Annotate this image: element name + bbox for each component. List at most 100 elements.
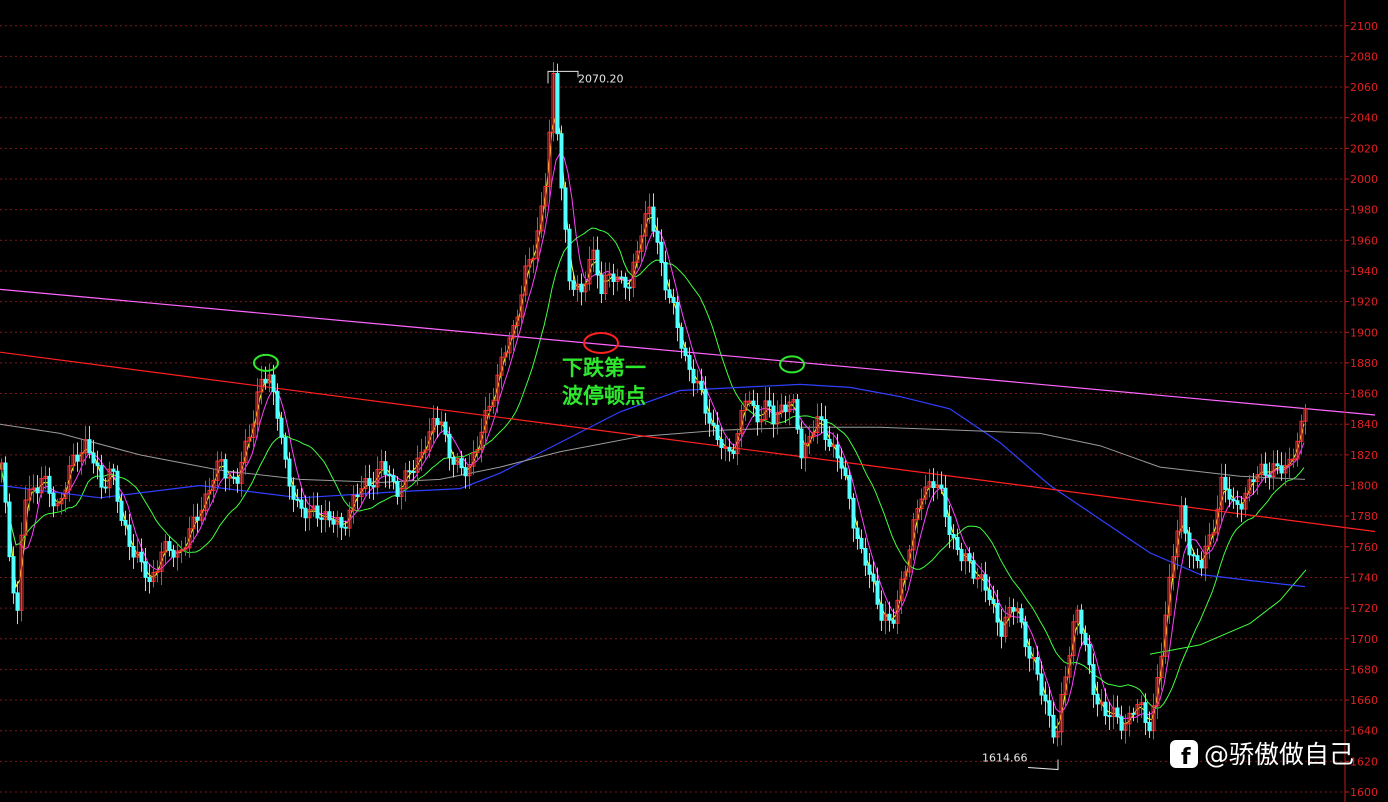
candle-body-down bbox=[395, 480, 400, 497]
candle bbox=[903, 565, 908, 591]
candle bbox=[251, 410, 256, 447]
candle-body-down bbox=[579, 283, 584, 293]
candle-body-down bbox=[991, 599, 996, 604]
candle-body-down bbox=[7, 501, 12, 558]
candle bbox=[847, 469, 852, 510]
candle bbox=[71, 443, 76, 472]
candle bbox=[615, 268, 620, 292]
candle bbox=[371, 471, 376, 500]
candle bbox=[1271, 450, 1276, 490]
candle bbox=[867, 552, 872, 589]
candle bbox=[195, 503, 200, 533]
candle-body-down bbox=[1131, 712, 1136, 715]
candle-body-down bbox=[315, 505, 320, 519]
candle-body-down bbox=[863, 547, 868, 566]
candle bbox=[723, 436, 728, 462]
candle bbox=[807, 425, 812, 455]
candle-body-down bbox=[91, 452, 96, 464]
candle bbox=[31, 474, 36, 504]
candle-body-down bbox=[675, 301, 680, 329]
candle-body-down bbox=[931, 481, 936, 489]
watermark: f @骄傲做自己 bbox=[1170, 740, 1354, 770]
candle bbox=[1187, 527, 1192, 569]
candle-body-down bbox=[1267, 474, 1272, 478]
candle-body-down bbox=[387, 473, 392, 477]
candle-body-down bbox=[115, 470, 120, 502]
candle bbox=[623, 272, 628, 300]
candle bbox=[1031, 647, 1036, 671]
candle bbox=[799, 421, 804, 470]
y-tick-label: 1860 bbox=[1350, 388, 1378, 401]
candle-body-down bbox=[1119, 716, 1124, 731]
candle bbox=[587, 246, 592, 291]
candle-body-down bbox=[1115, 707, 1120, 718]
price-axis: 1600 1620 1640 1660 1680 1700 1720 1740 1760 1780… bbox=[1344, 0, 1378, 802]
candle bbox=[35, 475, 40, 505]
candle bbox=[591, 236, 596, 272]
candle bbox=[283, 432, 288, 469]
candle-body-down bbox=[343, 526, 348, 529]
candle-body-down bbox=[847, 474, 852, 499]
candle-body-down bbox=[1195, 555, 1200, 561]
candle bbox=[851, 493, 856, 542]
candle bbox=[455, 452, 460, 473]
candle bbox=[319, 505, 324, 533]
candle bbox=[1111, 694, 1116, 730]
candle-body-up bbox=[1031, 657, 1036, 660]
grid-layer bbox=[0, 25, 1345, 793]
candle bbox=[1179, 495, 1184, 539]
candle-body-down bbox=[671, 297, 676, 303]
trendline-lower bbox=[0, 351, 1376, 533]
candle bbox=[671, 288, 676, 315]
candle-body-down bbox=[231, 476, 236, 479]
ma250-line bbox=[0, 423, 1306, 483]
candle-body-down bbox=[655, 230, 660, 243]
candle bbox=[1279, 452, 1284, 481]
candle-body-down bbox=[843, 467, 848, 476]
y-tick-label: 1800 bbox=[1350, 480, 1378, 493]
candle bbox=[983, 561, 988, 603]
candle bbox=[911, 512, 916, 561]
candle bbox=[783, 395, 788, 423]
candle bbox=[1155, 664, 1160, 720]
candle-body-down bbox=[1047, 700, 1052, 716]
candle-body-down bbox=[463, 467, 468, 477]
candle bbox=[435, 406, 440, 438]
candle-body-down bbox=[559, 133, 564, 189]
candle-body-up bbox=[975, 577, 980, 580]
y-tick-label: 1640 bbox=[1350, 725, 1378, 738]
candle-body-down bbox=[279, 417, 284, 438]
candle-body-down bbox=[1187, 532, 1192, 556]
candle-body-down bbox=[1095, 693, 1100, 705]
candle bbox=[923, 475, 928, 505]
candle bbox=[147, 564, 152, 594]
candle-body-down bbox=[891, 619, 896, 624]
candle-body-down bbox=[827, 438, 832, 447]
candle-body-down bbox=[447, 433, 452, 459]
y-tick-label: 1820 bbox=[1350, 449, 1378, 462]
candle bbox=[307, 496, 312, 531]
candle-body-down bbox=[75, 454, 80, 462]
candle-body-down bbox=[727, 446, 732, 452]
candle bbox=[287, 452, 292, 500]
candle bbox=[447, 426, 452, 471]
candle-body-down bbox=[1147, 721, 1152, 732]
candle bbox=[1175, 519, 1180, 570]
candle-body-down bbox=[959, 549, 964, 562]
y-tick-label: 2080 bbox=[1350, 50, 1378, 63]
candlestick-chart: 2070.20 1614.66 下跌第一 波停顿点 16001620164016… bbox=[0, 0, 1378, 802]
candle-body-down bbox=[699, 380, 704, 391]
candle bbox=[91, 439, 96, 474]
candle bbox=[1239, 495, 1244, 523]
candle bbox=[787, 394, 792, 426]
candle-body-down bbox=[1103, 701, 1108, 717]
candle-body-down bbox=[987, 589, 992, 601]
candle-body-up bbox=[1291, 458, 1296, 461]
candle-body-down bbox=[127, 524, 132, 547]
candle-body-down bbox=[767, 400, 772, 407]
annotation-layer: 2070.20 1614.66 下跌第一 波停顿点 bbox=[253, 70, 1059, 771]
candle-body-down bbox=[971, 560, 976, 579]
candle-body-down bbox=[663, 261, 668, 291]
candle-body-down bbox=[1019, 608, 1024, 623]
low-price-bracket bbox=[1027, 759, 1059, 771]
